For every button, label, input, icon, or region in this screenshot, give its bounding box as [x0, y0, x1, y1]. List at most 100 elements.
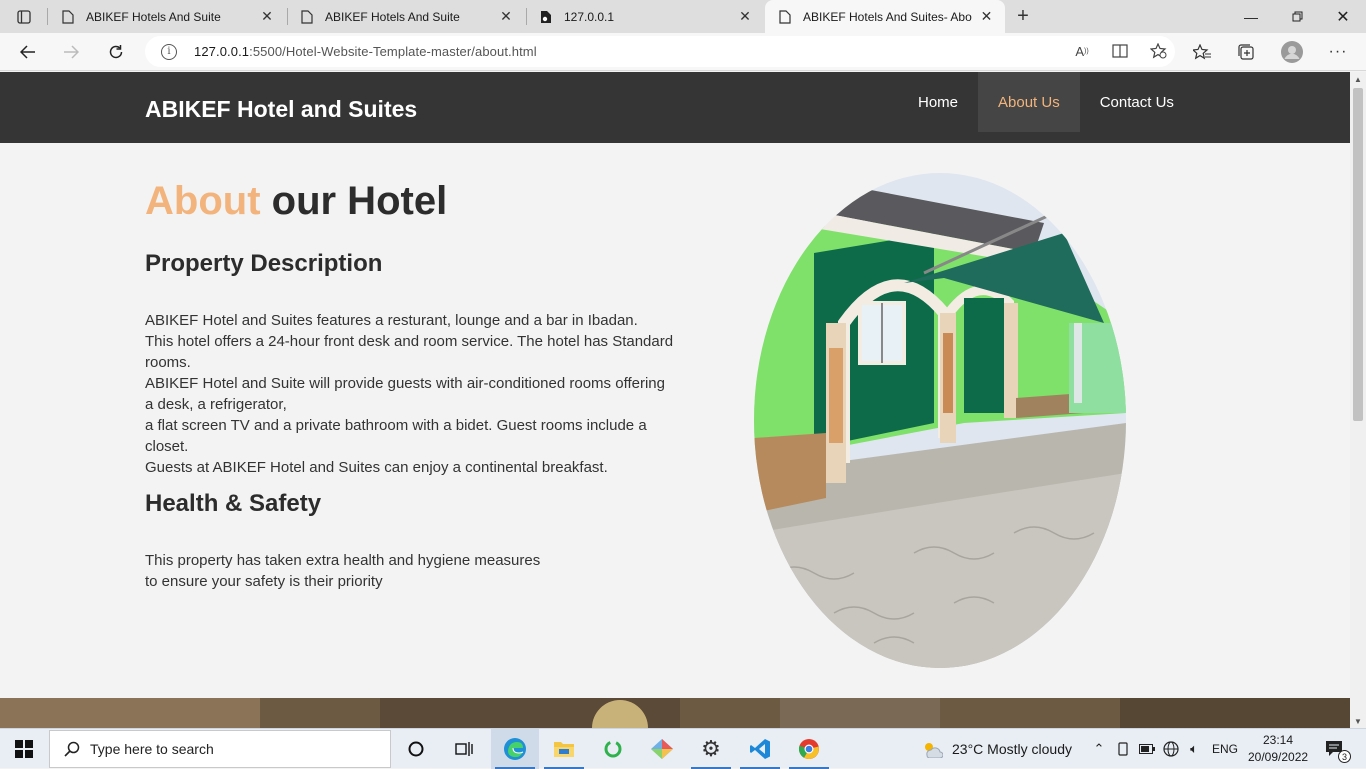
safety-line: to ensure your safety is their priority	[145, 573, 383, 590]
gem-icon	[651, 739, 673, 759]
tab-actions-button[interactable]	[8, 4, 40, 29]
tab-actions-icon	[17, 9, 31, 24]
tab-title: ABIKEF Hotels And Suite	[325, 9, 460, 24]
close-icon[interactable]: ✕	[978, 8, 995, 26]
refresh-icon	[109, 45, 123, 59]
profile-button[interactable]	[1281, 41, 1303, 63]
page-icon	[60, 9, 76, 25]
property-description: ABIKEF Hotel and Suites features a restu…	[145, 310, 675, 478]
edge-icon	[504, 738, 526, 760]
info-icon[interactable]: i	[161, 43, 177, 60]
more-icon: ···	[1328, 43, 1348, 60]
title-rest: our Hotel	[260, 179, 448, 223]
clock[interactable]: 23:14 20/09/2022	[1248, 732, 1308, 766]
taskbar-vscode[interactable]	[736, 729, 784, 769]
clock-time: 23:14	[1262, 733, 1294, 747]
site-brand[interactable]: ABIKEF Hotel and Suites	[145, 96, 417, 123]
tab-1[interactable]: ABIKEF Hotels And Suite ✕	[48, 0, 286, 33]
taskbar-app-green[interactable]	[589, 729, 637, 769]
page-icon	[777, 9, 793, 25]
cortana-button[interactable]	[392, 729, 440, 769]
favorites-icon	[1193, 44, 1211, 60]
collections-button[interactable]	[1235, 41, 1257, 63]
minimize-icon: —	[1244, 8, 1258, 25]
battery-icon[interactable]	[1137, 739, 1157, 759]
gear-icon: ⚙	[701, 736, 721, 761]
property-line: ABIKEF Hotel and Suite will provide gues…	[145, 375, 665, 413]
property-heading: Property Description	[145, 250, 383, 277]
close-icon[interactable]: ✕	[736, 8, 754, 26]
close-icon[interactable]: ✕	[497, 8, 515, 26]
taskbar-app-gem[interactable]	[638, 729, 686, 769]
favorites-button[interactable]	[1191, 41, 1213, 63]
notifications-button[interactable]: 3	[1322, 739, 1351, 763]
nav-home[interactable]: Home	[898, 72, 978, 132]
scroll-up-icon[interactable]: ▲	[1350, 72, 1366, 86]
taskbar-chrome[interactable]	[785, 729, 833, 769]
search-placeholder: Type here to search	[90, 741, 214, 757]
safety-line: This property has taken extra health and…	[145, 552, 541, 569]
nav-about-us[interactable]: About Us	[978, 72, 1080, 132]
tab-3[interactable]: 127.0.0.1 ✕	[526, 0, 764, 33]
refresh-button[interactable]	[101, 37, 131, 67]
globe-network-icon[interactable]	[1161, 739, 1181, 759]
taskbar-file-explorer[interactable]	[540, 729, 588, 769]
property-line: Guests at ABIKEF Hotel and Suites can en…	[145, 459, 608, 476]
clock-date: 20/09/2022	[1248, 750, 1309, 764]
taskbar-search[interactable]: Type here to search	[49, 730, 391, 768]
arrow-right-icon	[64, 45, 79, 59]
safety-heading: Health & Safety	[145, 490, 322, 517]
notification-count: 3	[1338, 750, 1351, 763]
new-tab-button[interactable]: +	[1010, 4, 1036, 29]
close-icon[interactable]: ✕	[258, 8, 276, 26]
tab-2[interactable]: ABIKEF Hotels And Suite ✕	[287, 0, 525, 33]
page-scrollbar[interactable]: ▲ ▼	[1350, 72, 1366, 728]
url-path: :5500/Hotel-Website-Template-master/abou…	[249, 44, 537, 59]
task-view-button[interactable]	[440, 729, 488, 769]
page-viewport: ABIKEF Hotel and Suites Home About Us Co…	[0, 72, 1350, 728]
task-view-icon	[455, 742, 473, 756]
search-icon	[64, 741, 80, 757]
minimize-button[interactable]: —	[1228, 0, 1274, 33]
title-accent: About	[145, 179, 261, 223]
back-button[interactable]	[13, 37, 43, 67]
collections-icon	[1238, 44, 1254, 60]
volume-icon[interactable]: 🔈︎	[1184, 739, 1204, 759]
taskbar-edge[interactable]	[491, 729, 539, 769]
chrome-icon	[798, 739, 819, 759]
property-line: This hotel offers a 24-hour front desk a…	[145, 333, 674, 371]
plus-icon: +	[1017, 5, 1029, 27]
tab-4-active[interactable]: ABIKEF Hotels And Suites- About ✕	[765, 0, 1005, 33]
add-favorite-icon[interactable]	[1149, 42, 1167, 60]
weather-icon[interactable]	[920, 739, 944, 759]
refresh-circle-icon	[604, 740, 622, 758]
restore-icon	[1292, 11, 1302, 22]
vscode-icon	[750, 739, 770, 759]
url-text[interactable]: 127.0.0.1:5500/Hotel-Website-Template-ma…	[194, 44, 537, 59]
scrollbar-thumb[interactable]	[1353, 88, 1363, 421]
site-menu: Home About Us Contact Us	[898, 72, 1194, 132]
address-bar[interactable]: i 127.0.0.1:5500/Hotel-Website-Template-…	[145, 36, 1175, 67]
page-title: About our Hotel	[145, 179, 447, 224]
language-indicator[interactable]: ENG	[1212, 729, 1238, 769]
forward-button[interactable]	[56, 37, 86, 67]
device-icon[interactable]	[1113, 739, 1133, 759]
nav-contact-us[interactable]: Contact Us	[1080, 72, 1194, 132]
weather-text[interactable]: 23°C Mostly cloudy	[952, 729, 1072, 769]
close-window-button[interactable]: ✕	[1320, 0, 1366, 33]
browser-toolbar: i 127.0.0.1:5500/Hotel-Website-Template-…	[0, 33, 1366, 71]
scroll-down-icon[interactable]: ▼	[1350, 714, 1366, 728]
taskbar-settings[interactable]: ⚙	[687, 729, 735, 769]
windows-logo-icon	[15, 740, 33, 758]
chevron-up-icon[interactable]: ⌃	[1089, 739, 1109, 759]
immersive-reader-icon[interactable]	[1111, 42, 1129, 60]
url-host: 127.0.0.1	[194, 44, 250, 59]
settings-menu-button[interactable]: ···	[1327, 41, 1349, 63]
site-navbar: ABIKEF Hotel and Suites Home About Us Co…	[0, 72, 1350, 143]
read-aloud-icon[interactable]: A))	[1073, 42, 1091, 60]
avatar-icon	[1281, 41, 1303, 63]
restore-button[interactable]	[1274, 0, 1320, 33]
address-bar-icons: A))	[1073, 42, 1167, 60]
start-button[interactable]	[0, 729, 48, 769]
property-line: a flat screen TV and a private bathroom …	[145, 417, 647, 455]
